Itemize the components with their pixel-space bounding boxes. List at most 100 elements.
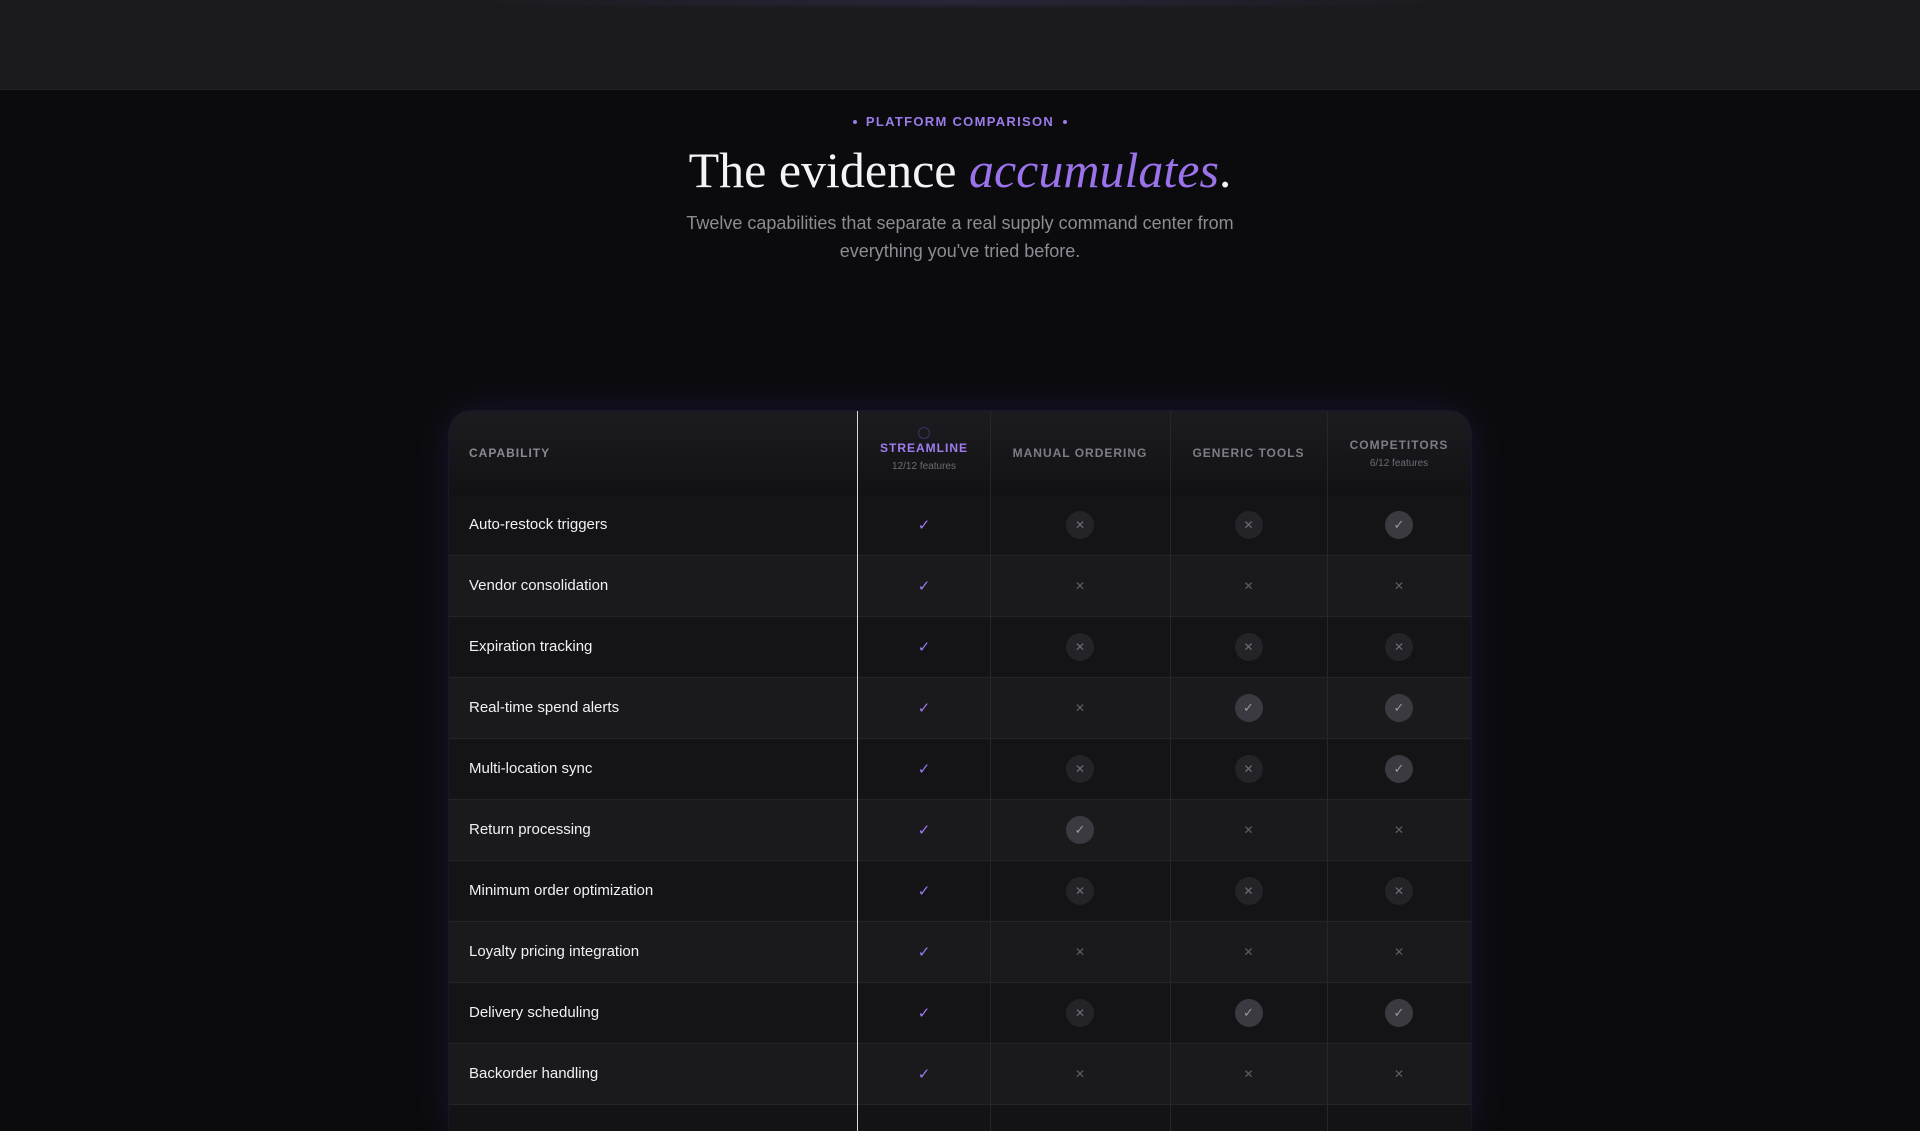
- comparison-cell: ✓: [858, 495, 990, 555]
- comparison-cell: ✕: [990, 556, 1170, 616]
- comparison-cell: ✓: [1327, 983, 1471, 1043]
- comparison-cell: ✓: [858, 678, 990, 738]
- top-glow: [460, 0, 1460, 4]
- title-period: .: [1218, 142, 1232, 198]
- x-icon: ✕: [1074, 579, 1086, 593]
- x-circle-icon: ✕: [1066, 999, 1094, 1027]
- comparison-cell: ✓: [1327, 495, 1471, 555]
- column-header-capability: CAPABILITY: [449, 411, 857, 495]
- column-divider: [1327, 411, 1328, 1131]
- x-circle-icon: ✕: [1234, 511, 1263, 539]
- comparison-cell: ✕: [990, 983, 1170, 1043]
- check-circle-icon: ✓: [1234, 999, 1263, 1027]
- table-row: Vendor consolidation ✓ ✕ ✕ ✕: [449, 556, 1471, 617]
- column-divider: [1170, 411, 1171, 1131]
- comparison-cell: ✓: [1170, 678, 1327, 738]
- comparison-cell: ✕: [990, 678, 1170, 738]
- x-icon: ✕: [1243, 1067, 1254, 1081]
- x-circle-icon: ✕: [1066, 633, 1094, 661]
- comparison-cell: ✓: [858, 739, 990, 799]
- comparison-cell: ✓: [858, 983, 990, 1043]
- comparison-cell: ✕: [1170, 1044, 1327, 1104]
- comparison-cell: ✓: [1327, 678, 1471, 738]
- comparison-cell: ✕: [1170, 495, 1327, 555]
- check-icon: ✓: [917, 515, 931, 534]
- comparison-cell: ✓: [858, 1044, 990, 1104]
- comparison-cell: ✓: [858, 617, 990, 677]
- comparison-cell: ✓: [990, 800, 1170, 860]
- capability-name: Auto-restock triggers: [469, 516, 608, 533]
- column-label: CAPABILITY: [469, 446, 551, 460]
- x-circle-icon: ✕: [1234, 877, 1263, 905]
- comparison-cell: ✓: [858, 861, 990, 921]
- x-icon: ✕: [1393, 579, 1405, 593]
- x-icon: ✕: [1393, 1067, 1405, 1081]
- comparison-cell: ✓: [1327, 739, 1471, 799]
- check-circle-icon: ✓: [1385, 511, 1413, 539]
- comparison-cell: ✕: [1327, 1044, 1471, 1104]
- check-icon: ✓: [917, 1064, 931, 1083]
- x-circle-icon: ✕: [1234, 755, 1263, 783]
- capability-name: Expiration tracking: [469, 638, 593, 655]
- capability-name: Multi-location sync: [469, 760, 593, 777]
- streamline-column-divider: [857, 411, 858, 1131]
- comparison-cell: ✕: [1170, 800, 1327, 860]
- column-header-streamline: STREAMLINE 12/12 features: [858, 411, 990, 495]
- comparison-cell: ✕: [1327, 617, 1471, 677]
- capability-name: Delivery scheduling: [469, 1004, 600, 1021]
- table-row: Return processing ✓ ✓ ✕ ✕: [449, 800, 1471, 861]
- check-circle-icon: ✓: [1066, 816, 1094, 844]
- comparison-cell: ✕: [990, 739, 1170, 799]
- x-icon: ✕: [1393, 823, 1405, 837]
- comparison-cell: ✕: [1170, 861, 1327, 921]
- section-eyebrow: PLATFORM COMPARISON: [0, 114, 1920, 129]
- page-subtitle: Twelve capabilities that separate a real…: [686, 213, 1234, 261]
- title-plain: The evidence: [688, 142, 969, 198]
- column-header-manual-ordering: MANUAL ORDERING: [990, 411, 1170, 495]
- comparison-cell: ✕: [1327, 556, 1471, 616]
- table-row: Delivery scheduling ✓ ✕ ✓ ✓: [449, 983, 1471, 1044]
- x-icon: ✕: [1074, 945, 1086, 959]
- table-row: Minimum order optimization ✓ ✕ ✕ ✕: [449, 861, 1471, 922]
- check-circle-icon: ✓: [1385, 755, 1413, 783]
- title-accent: accumulates: [968, 142, 1219, 198]
- column-divider: [990, 411, 991, 1131]
- x-icon: ✕: [1243, 579, 1254, 593]
- column-label: COMPETITORS: [1349, 437, 1449, 452]
- column-label: MANUAL ORDERING: [1012, 446, 1148, 460]
- page-title: The evidence accumulates.: [0, 138, 1920, 202]
- capability-name: Loyalty pricing integration: [469, 943, 640, 960]
- x-circle-icon: ✕: [1385, 877, 1413, 905]
- column-feature-count: 6/12 features: [1369, 457, 1429, 469]
- x-icon: ✕: [1074, 1067, 1086, 1081]
- comparison-table: CAPABILITY STREAMLINE 12/12 features MAN…: [449, 411, 1471, 1131]
- comparison-cell: ✕: [1170, 922, 1327, 982]
- comparison-cell: ✓: [858, 800, 990, 860]
- check-circle-icon: ✓: [1385, 694, 1413, 722]
- column-label: STREAMLINE: [880, 440, 968, 455]
- comparison-cell: ✓: [858, 922, 990, 982]
- table-row: Multi-location sync ✓ ✕ ✕ ✓: [449, 739, 1471, 800]
- check-icon: ✓: [917, 942, 931, 961]
- check-icon: ✓: [917, 1003, 931, 1022]
- comparison-cell: ✕: [990, 495, 1170, 555]
- eyebrow-label: PLATFORM COMPARISON: [865, 114, 1055, 129]
- capability-name: Minimum order optimization: [469, 882, 654, 899]
- check-icon: ✓: [917, 759, 931, 778]
- table-row: Expiration tracking ✓ ✕ ✕ ✕: [449, 617, 1471, 678]
- check-icon: ✓: [917, 820, 931, 839]
- capability-name: Return processing: [469, 821, 591, 838]
- check-icon: ✓: [917, 576, 931, 595]
- comparison-cell: ✕: [1327, 800, 1471, 860]
- x-circle-icon: ✕: [1066, 877, 1094, 905]
- check-icon: ✓: [917, 637, 931, 656]
- x-circle-icon: ✕: [1385, 633, 1413, 661]
- comparison-cell: ✓: [858, 556, 990, 616]
- column-header-competitors: COMPETITORS 6/12 features: [1327, 411, 1471, 495]
- x-icon: ✕: [1243, 945, 1254, 959]
- table-header: CAPABILITY STREAMLINE 12/12 features MAN…: [449, 411, 1471, 496]
- comparison-cell: ✕: [1170, 739, 1327, 799]
- x-icon: ✕: [1074, 701, 1086, 715]
- streamline-dot-icon: [918, 426, 930, 439]
- eyebrow-dot-left: [852, 119, 857, 124]
